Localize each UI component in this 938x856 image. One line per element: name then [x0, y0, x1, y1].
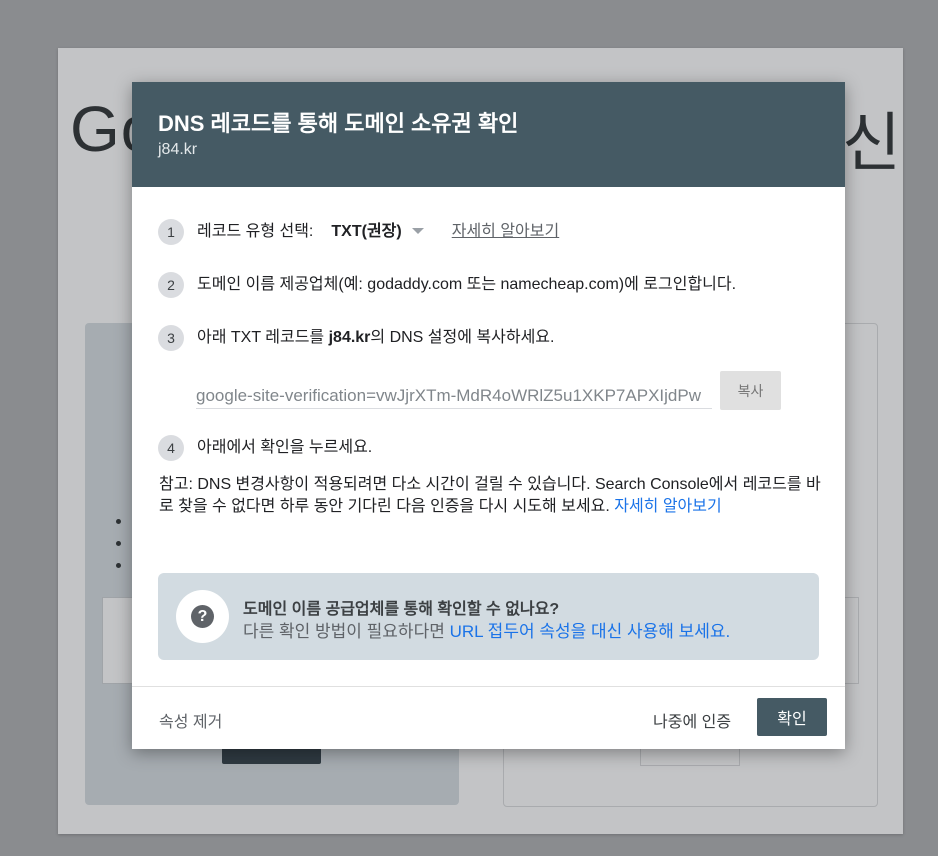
learn-more-link[interactable]: 자세히 알아보기	[452, 217, 560, 241]
record-type-label: 레코드 유형 선택:	[197, 223, 314, 240]
step-number: 1	[158, 219, 184, 245]
info-body: 다른 확인 방법이 필요하다면	[243, 622, 450, 641]
question-icon: ?	[191, 605, 214, 628]
step-number: 2	[158, 272, 184, 298]
dialog-footer: 속성 제거 나중에 인증 확인	[132, 686, 845, 750]
verify-later-button[interactable]: 나중에 인증	[653, 708, 731, 732]
info-title: 도메인 이름 공급업체를 통해 확인할 수 없나요?	[243, 601, 560, 618]
note-learn-more-link[interactable]: 자세히 알아보기	[614, 498, 722, 515]
background-title-end: 신	[842, 107, 901, 181]
dialog-header: DNS 레코드를 통해 도메인 소유권 확인 j84.kr	[132, 82, 845, 187]
step-text-part: 아래 TXT 레코드를	[197, 329, 329, 346]
step-2: 2 도메인 이름 제공업체(예: godaddy.com 또는 namechea…	[158, 269, 737, 298]
dialog-subtitle: j84.kr	[158, 141, 198, 158]
step-4: 4 아래에서 확인을 누르세요.	[158, 432, 373, 461]
bullet-dot	[116, 541, 121, 546]
alternative-method-box: ? 도메인 이름 공급업체를 통해 확인할 수 없나요? 다른 확인 방법이 필…	[158, 573, 819, 660]
bullet-dot	[116, 519, 121, 524]
step-text: 아래 TXT 레코드를 j84.kr의 DNS 설정에 복사하세요.	[197, 323, 554, 347]
record-type-value: TXT(권장)	[331, 223, 402, 240]
domain-name: j84.kr	[328, 329, 371, 346]
step-number: 4	[158, 435, 184, 461]
dns-verification-dialog: DNS 레코드를 통해 도메인 소유권 확인 j84.kr 1 레코드 유형 선…	[132, 82, 845, 749]
copy-button[interactable]: 복사	[720, 371, 781, 410]
step-text-part: 의 DNS 설정에 복사하세요.	[370, 329, 555, 346]
step-3: 3 아래 TXT 레코드를 j84.kr의 DNS 설정에 복사하세요.	[158, 322, 554, 351]
remove-property-button[interactable]: 속성 제거	[159, 708, 222, 732]
verify-button[interactable]: 확인	[757, 698, 827, 736]
note-text: 참고: DNS 변경사항이 적용되려면 다소 시간이 걸릴 수 있습니다. Se…	[159, 474, 824, 518]
info-text: 다른 확인 방법이 필요하다면 URL 접두어 속성을 대신 사용해 보세요.	[243, 617, 730, 642]
record-type-select[interactable]: TXT(권장)	[331, 217, 424, 241]
caret-down-icon	[411, 228, 424, 234]
step-text: 아래에서 확인을 누르세요.	[197, 439, 373, 456]
step-number: 3	[158, 325, 184, 351]
info-icon-circle: ?	[176, 590, 229, 643]
bullet-dot	[116, 563, 121, 568]
txt-record-field[interactable]: google-site-verification=vwJjrXTm-MdR4oW…	[196, 382, 712, 409]
step-1: 1 레코드 유형 선택: TXT(권장) 자세히 알아보기	[158, 216, 560, 245]
dialog-title: DNS 레코드를 통해 도메인 소유권 확인	[158, 111, 519, 136]
url-prefix-link[interactable]: URL 접두어 속성을 대신 사용해 보세요.	[450, 622, 731, 641]
step-text: 도메인 이름 제공업체(예: godaddy.com 또는 namecheap.…	[197, 276, 737, 293]
